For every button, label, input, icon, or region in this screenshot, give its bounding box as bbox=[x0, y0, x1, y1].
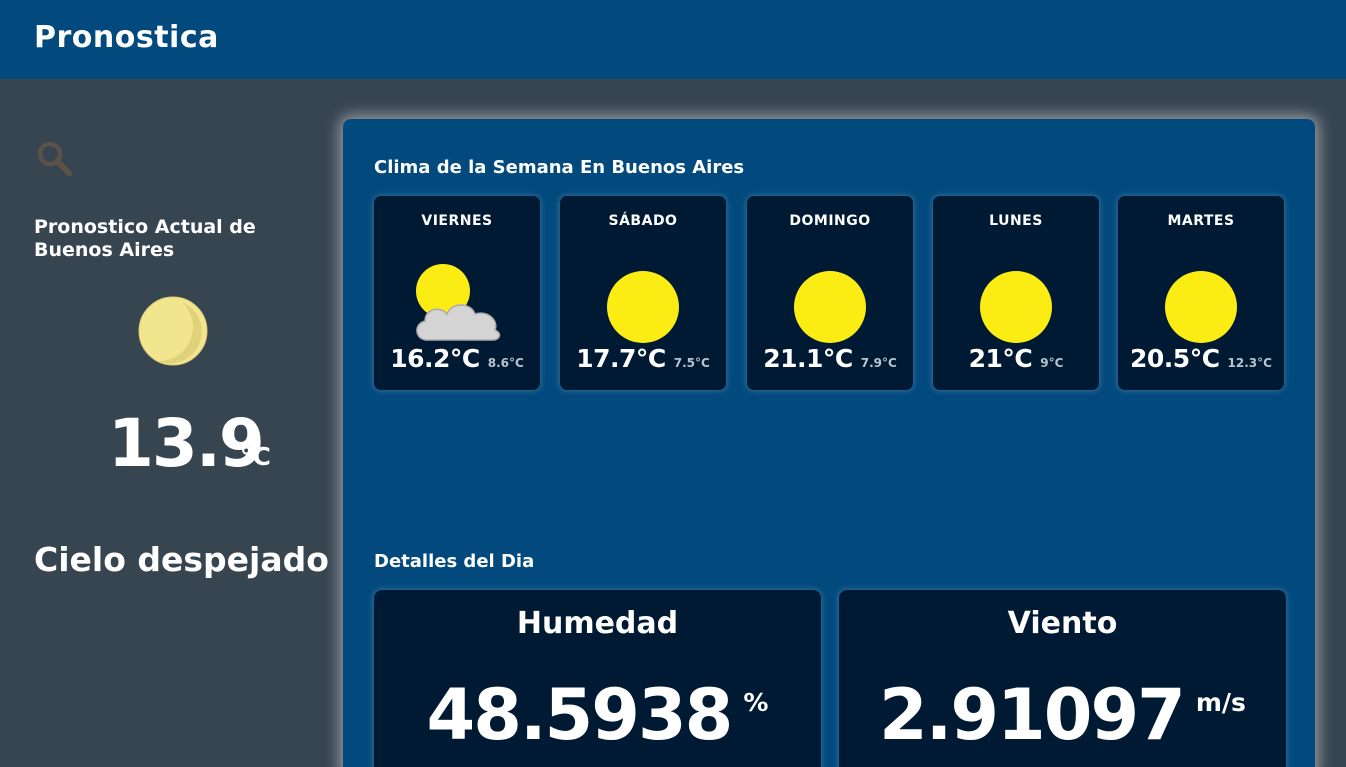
wind-card: Viento 2.91097 m/s bbox=[839, 590, 1286, 767]
day-name: LUNES bbox=[989, 213, 1043, 229]
sun-icon bbox=[1151, 264, 1251, 348]
current-temperature-unit: °C bbox=[240, 442, 271, 471]
humidity-label: Humedad bbox=[516, 606, 679, 641]
sun-icon bbox=[780, 264, 880, 348]
moon-icon bbox=[136, 294, 210, 368]
day-card: DOMINGO 21.1°C 7.9°C bbox=[747, 196, 913, 390]
day-name: SÁBADO bbox=[608, 213, 678, 229]
main-panel: Clima de la Semana En Buenos Aires VIERN… bbox=[343, 119, 1315, 767]
day-name: MARTES bbox=[1167, 213, 1235, 229]
humidity-unit: % bbox=[743, 688, 769, 717]
wind-value: 2.91097 bbox=[879, 674, 1186, 756]
current-description: Cielo despejado bbox=[34, 540, 329, 579]
day-max-temperature: 20.5°C bbox=[1130, 344, 1220, 373]
day-min-temperature: 7.5°C bbox=[673, 356, 710, 370]
header-bar: Pronostica bbox=[0, 0, 1346, 79]
sun-icon bbox=[593, 264, 693, 348]
details-section-title: Detalles del Dia bbox=[374, 551, 535, 572]
day-min-temperature: 8.6°C bbox=[487, 356, 524, 370]
day-max-temperature: 16.2°C bbox=[390, 344, 480, 373]
wind-label: Viento bbox=[1007, 606, 1118, 641]
day-min-temperature: 9°C bbox=[1040, 356, 1064, 370]
day-name: VIERNES bbox=[421, 213, 493, 229]
day-min-temperature: 12.3°C bbox=[1227, 356, 1272, 370]
day-card: VIERNES 16.2°C 8.6°C bbox=[374, 196, 540, 390]
day-name: DOMINGO bbox=[789, 213, 871, 229]
day-min-temperature: 7.9°C bbox=[860, 356, 897, 370]
wind-unit: m/s bbox=[1195, 688, 1246, 717]
day-card: LUNES 21°C 9°C bbox=[933, 196, 1099, 390]
humidity-value: 48.5938 bbox=[426, 674, 734, 756]
day-max-temperature: 21°C bbox=[968, 344, 1033, 373]
day-max-temperature: 21.1°C bbox=[763, 344, 853, 373]
search-icon[interactable] bbox=[34, 138, 74, 178]
day-max-temperature: 17.7°C bbox=[576, 344, 666, 373]
day-card: SÁBADO 17.7°C 7.5°C bbox=[560, 196, 726, 390]
humidity-card: Humedad 48.5938% bbox=[374, 590, 821, 767]
partly-cloudy-icon bbox=[407, 264, 507, 348]
current-forecast-title: Pronostico Actual de Buenos Aires bbox=[34, 216, 256, 261]
app-title: Pronostica bbox=[34, 20, 219, 55]
day-card: MARTES 20.5°C 12.3°C bbox=[1118, 196, 1284, 390]
week-section-title: Clima de la Semana En Buenos Aires bbox=[374, 157, 745, 178]
sun-icon bbox=[966, 264, 1066, 348]
